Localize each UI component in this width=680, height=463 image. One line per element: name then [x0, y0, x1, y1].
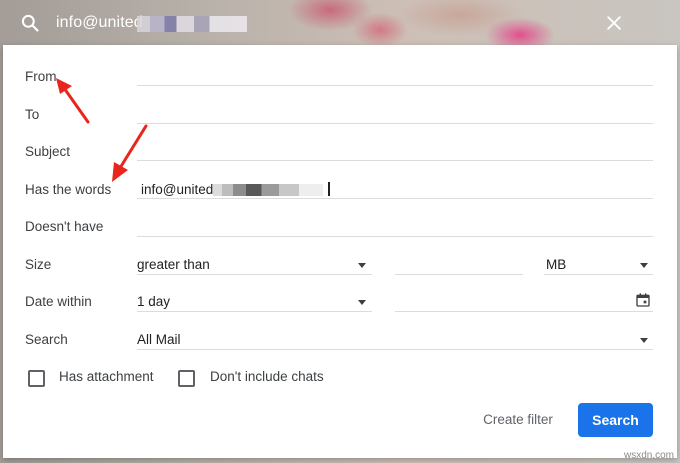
annotation-arrow-icon — [112, 124, 148, 182]
date-row: Date within 1 day — [3, 292, 677, 330]
size-operator-underline — [137, 274, 372, 275]
from-row: From — [3, 67, 677, 105]
subject-label: Subject — [25, 144, 71, 159]
redacted-text — [137, 16, 247, 32]
has-attachment-checkbox[interactable] — [28, 370, 45, 387]
doesnt-have-row: Doesn't have — [3, 217, 677, 255]
size-row: Size greater than MB — [3, 255, 677, 293]
calendar-icon[interactable] — [635, 292, 651, 308]
doesnt-have-label: Doesn't have — [25, 219, 104, 234]
size-label: Size — [25, 257, 52, 272]
has-words-underline — [137, 198, 653, 199]
date-range-value: 1 day — [137, 294, 171, 309]
size-unit-value: MB — [546, 257, 567, 272]
search-bar[interactable]: info@united — [0, 0, 680, 45]
chevron-down-icon — [640, 263, 648, 268]
date-input[interactable] — [395, 311, 653, 312]
chevron-down-icon — [358, 263, 366, 268]
size-unit-underline — [544, 274, 653, 275]
search-scope-row: Search All Mail — [3, 330, 677, 368]
chevron-down-icon — [640, 338, 648, 343]
to-input[interactable] — [137, 123, 653, 124]
size-value-input[interactable] — [395, 274, 523, 275]
dont-include-chats-label: Don't include chats — [210, 369, 324, 384]
subject-input[interactable] — [137, 160, 653, 161]
search-scope-label: Search — [25, 332, 68, 347]
dont-include-chats-checkbox[interactable] — [178, 370, 195, 387]
doesnt-have-input[interactable] — [137, 236, 653, 237]
create-filter-button[interactable]: Create filter — [475, 405, 561, 435]
date-label: Date within — [25, 294, 92, 309]
watermark: wsxdn.com — [623, 450, 674, 461]
search-icon[interactable] — [20, 13, 40, 33]
redacted-text — [213, 184, 323, 196]
search-scope-value: All Mail — [137, 332, 181, 347]
annotation-arrow-icon — [56, 78, 90, 124]
search-button[interactable]: Search — [578, 403, 653, 437]
to-label: To — [25, 107, 40, 122]
from-input[interactable] — [137, 85, 653, 86]
chevron-down-icon — [358, 300, 366, 305]
text-cursor — [328, 182, 330, 196]
size-operator-value: greater than — [137, 257, 210, 272]
search-scope-underline — [137, 349, 653, 350]
has-attachment-label: Has attachment — [59, 369, 154, 384]
has-words-label: Has the words — [25, 182, 112, 197]
search-query[interactable]: info@united — [56, 14, 143, 32]
date-range-underline — [137, 311, 372, 312]
search-options-panel: From To Subject Has the words info@unite… — [3, 45, 677, 458]
close-icon[interactable] — [604, 13, 624, 33]
